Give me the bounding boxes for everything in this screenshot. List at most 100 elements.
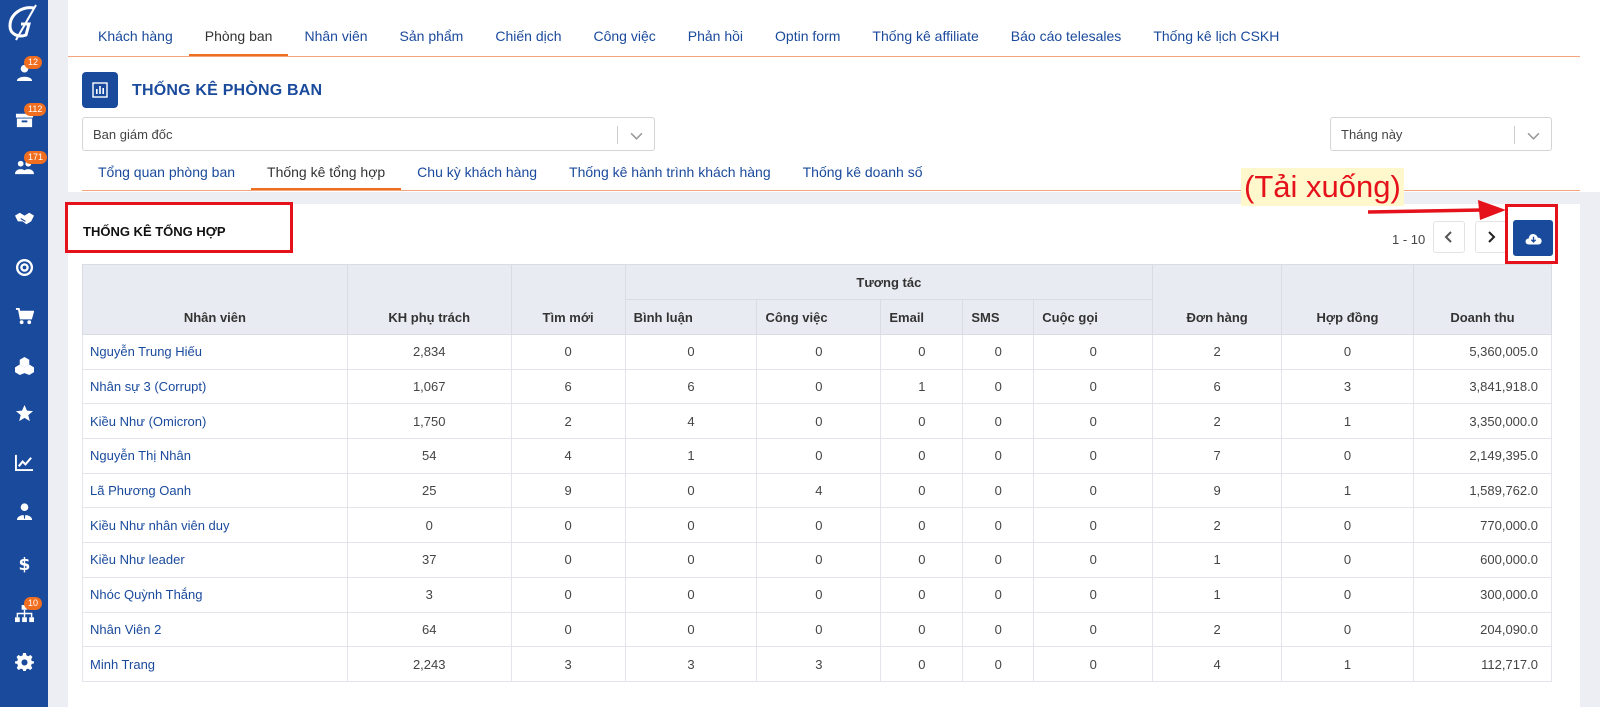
- table-cell: 0: [510, 576, 626, 613]
- employee-name-link[interactable]: Kiều Như nhân viên duy: [82, 507, 348, 544]
- table-cell: 0: [962, 403, 1035, 440]
- table-cell: 0: [1033, 646, 1154, 682]
- tab-departments[interactable]: Phòng ban: [188, 18, 289, 56]
- employee-name-link[interactable]: Nguyễn Trung Hiếu: [82, 334, 348, 370]
- sidebar-item-inbox[interactable]: 112: [0, 102, 48, 136]
- col-calls: Cuộc gọi: [1033, 299, 1154, 335]
- table-cell: 0: [1033, 368, 1154, 405]
- table-cell: 0: [624, 611, 758, 648]
- employee-name-link[interactable]: Kiều Như leader: [82, 542, 348, 578]
- tab-employees[interactable]: Nhân viên: [288, 18, 383, 56]
- tab-tasks[interactable]: Công việc: [578, 18, 672, 56]
- sidebar-item-reports[interactable]: [0, 445, 48, 479]
- employee-name-link[interactable]: Minh Trang: [82, 646, 348, 682]
- table-cell: 9: [510, 472, 626, 509]
- tab-affiliate-stats[interactable]: Thống kê affiliate: [856, 18, 994, 56]
- bar-chart-icon: [82, 72, 118, 108]
- table-cell: 0: [962, 438, 1035, 474]
- chevron-down-icon: [1527, 132, 1540, 140]
- table-cell: 0: [756, 403, 882, 440]
- department-select-value: Ban giám đốc: [93, 126, 173, 142]
- employee-name-link[interactable]: Nhân sự 3 (Corrupt): [82, 368, 348, 405]
- period-select[interactable]: Tháng này: [1330, 117, 1552, 151]
- download-button-highlight: [1505, 204, 1558, 264]
- table-cell: 0: [756, 368, 882, 405]
- col-new: Tìm mới: [510, 264, 626, 335]
- employee-name-link[interactable]: Lã Phương Oanh: [82, 472, 348, 509]
- table-cell: 1: [1281, 472, 1414, 509]
- table-cell: 0: [962, 611, 1035, 648]
- table-cell: 6: [510, 368, 626, 405]
- header-panel: Khách hàng Phòng ban Nhân viên Sản phẩm …: [68, 0, 1600, 192]
- sidebar-item-campaigns[interactable]: [0, 250, 48, 284]
- table-cell: 4: [756, 472, 882, 509]
- subtab-summary-stats[interactable]: Thống kê tổng hợp: [251, 156, 402, 190]
- svg-text:$: $: [18, 555, 30, 573]
- table-cell: 7: [1152, 438, 1283, 474]
- notification-badge: 10: [24, 597, 43, 610]
- sidebar-item-deals[interactable]: [0, 201, 48, 235]
- sidebar-item-groups[interactable]: 171: [0, 150, 48, 184]
- table-cell: 54: [346, 438, 512, 474]
- employee-name-link[interactable]: Nguyễn Thị Nhân: [82, 438, 348, 474]
- col-employee: Nhân viên: [82, 264, 348, 335]
- department-select[interactable]: Ban giám đốc: [82, 117, 655, 151]
- table-cell: 0: [962, 368, 1035, 405]
- subtab-sales-stats[interactable]: Thống kê doanh số: [787, 156, 939, 190]
- table-cell: 64: [346, 611, 512, 648]
- table-row: Nhân sự 3 (Corrupt) 1,067 6 6 0 1 0 0 6 3 3,841,91…: [82, 368, 1553, 405]
- table-cell: 112,717.0: [1412, 646, 1553, 682]
- subtab-department-overview[interactable]: Tổng quan phòng ban: [82, 156, 251, 190]
- table-cell: 0: [880, 507, 964, 544]
- sidebar-item-products[interactable]: [0, 348, 48, 382]
- employee-name-link[interactable]: Nhóc Quỳnh Thắng: [82, 576, 348, 613]
- table-cell: 2: [510, 403, 626, 440]
- table-cell: 1: [1281, 646, 1414, 682]
- table-cell: 0: [510, 542, 626, 578]
- table-cell: 0: [756, 542, 882, 578]
- table-cell: 3: [1281, 368, 1414, 405]
- col-contracts: Hợp đồng: [1281, 264, 1414, 335]
- table-cell: 0: [1033, 472, 1154, 509]
- sidebar-item-customers[interactable]: 12: [0, 55, 48, 89]
- table-cell: 0: [1033, 438, 1154, 474]
- table-cell: 0: [1281, 542, 1414, 578]
- col-group-interaction: Tương tác: [624, 264, 1154, 300]
- sidebar-item-orders[interactable]: [0, 299, 48, 333]
- table-cell: 0: [510, 334, 626, 370]
- table-cell: 0: [624, 576, 758, 613]
- tab-campaigns[interactable]: Chiến dịch: [479, 18, 577, 56]
- subtab-customer-journey[interactable]: Thống kê hành trình khách hàng: [553, 156, 787, 190]
- tab-customers[interactable]: Khách hàng: [82, 18, 189, 56]
- table-cell: 2: [1152, 403, 1283, 440]
- table-cell: 0: [624, 542, 758, 578]
- sidebar-item-favorites[interactable]: [0, 396, 48, 430]
- employee-name-link[interactable]: Kiều Như (Omicron): [82, 403, 348, 440]
- pagination-range: 1 - 10: [1392, 232, 1426, 247]
- sidebar-item-finance[interactable]: $: [0, 546, 48, 580]
- sidebar-item-staff[interactable]: [0, 494, 48, 528]
- tab-telesales-report[interactable]: Báo cáo telesales: [995, 18, 1138, 56]
- table-cell: 3,350,000.0: [1412, 403, 1553, 440]
- sidebar-item-settings[interactable]: [0, 644, 48, 678]
- table-cell: 0: [880, 611, 964, 648]
- sidebar-item-org-chart[interactable]: 10: [0, 596, 48, 630]
- summary-panel: THỐNG KÊ TỔNG HỢP 1 - 10 Nhân viên KH ph…: [68, 204, 1580, 707]
- subtab-customer-cycle[interactable]: Chu kỳ khách hàng: [401, 156, 553, 190]
- col-sms: SMS: [962, 299, 1035, 335]
- table-row: Lã Phương Oanh 25 9 0 4 0 0 0 9 1 1,589,762.0: [82, 472, 1553, 509]
- table-cell: 4: [624, 403, 758, 440]
- tab-cskh-schedule-stats[interactable]: Thống kê lịch CSKH: [1137, 18, 1295, 56]
- col-comments: Bình luận: [624, 299, 758, 335]
- next-page-button[interactable]: [1475, 221, 1507, 253]
- prev-page-button[interactable]: [1433, 221, 1465, 253]
- employee-name-link[interactable]: Nhân Viên 2: [82, 611, 348, 648]
- tab-feedback[interactable]: Phản hồi: [672, 18, 759, 56]
- logo-icon[interactable]: [4, 2, 44, 42]
- tab-products[interactable]: Sản phẩm: [384, 18, 480, 56]
- table-cell: 0: [880, 438, 964, 474]
- handshake-icon: [14, 212, 34, 224]
- tab-optin-form[interactable]: Optin form: [759, 18, 856, 56]
- table-cell: 0: [1033, 611, 1154, 648]
- table-cell: 6: [1152, 368, 1283, 405]
